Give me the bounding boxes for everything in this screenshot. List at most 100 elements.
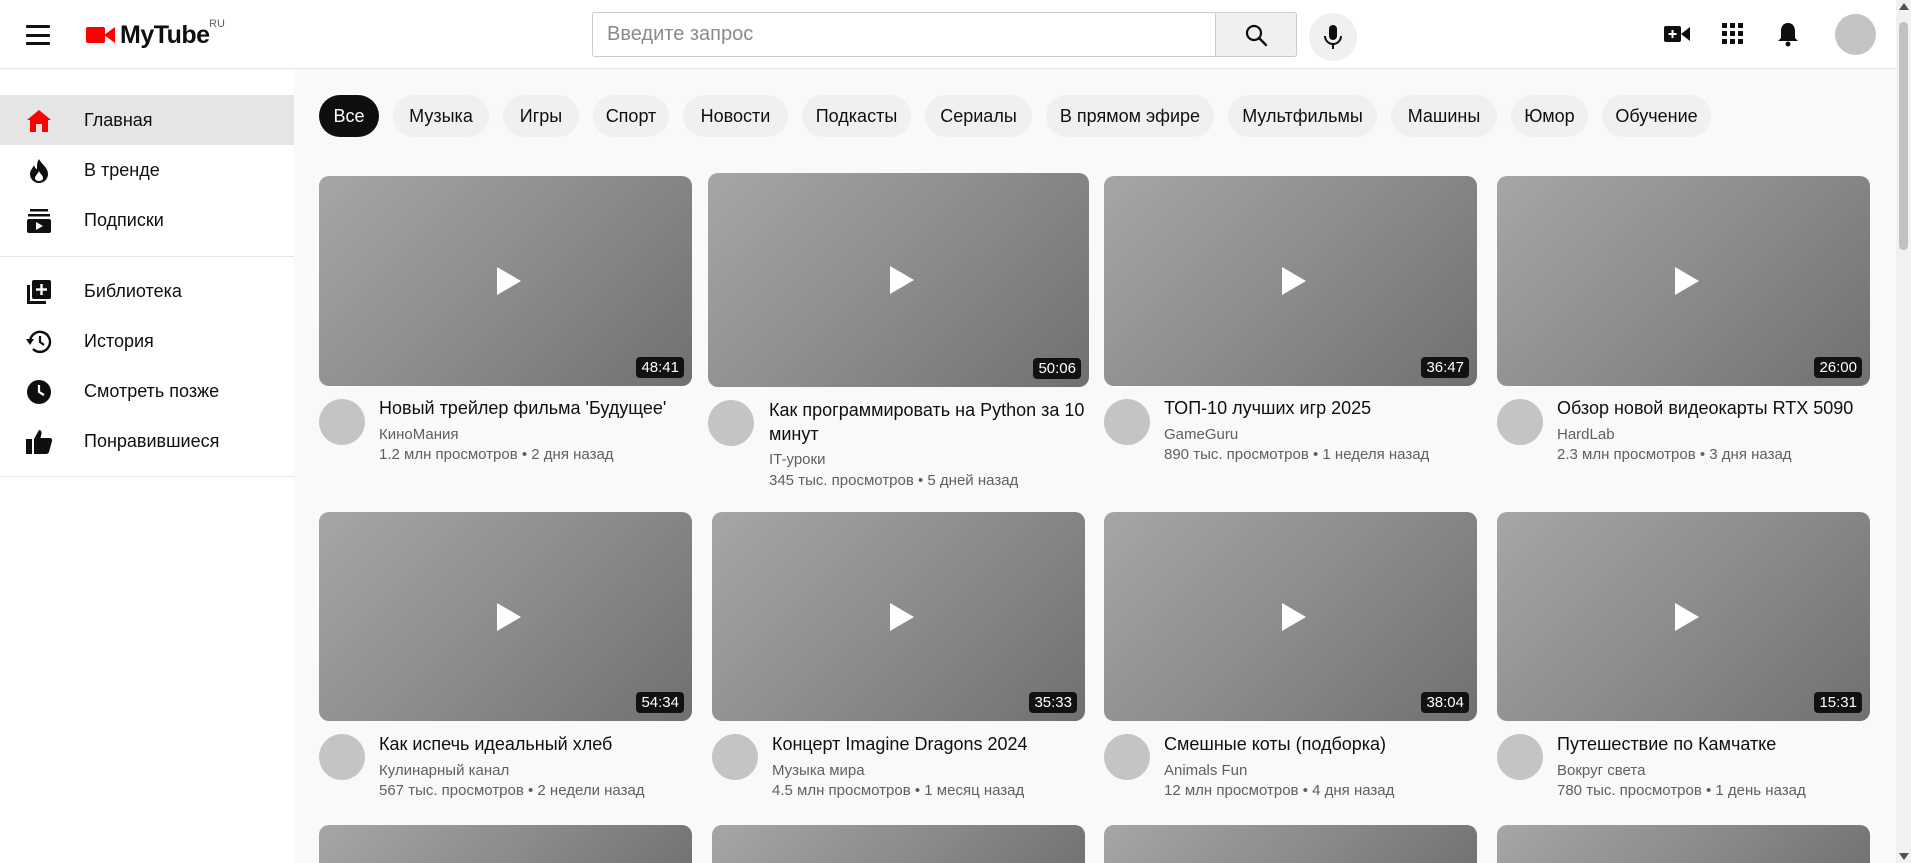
video-duration: 15:31 xyxy=(1814,692,1862,713)
chip-news[interactable]: Новости xyxy=(683,95,788,137)
video-title[interactable]: Новый трейлер фильма 'Будущее' xyxy=(379,396,689,420)
channel-avatar[interactable] xyxy=(708,400,754,446)
search-button[interactable] xyxy=(1215,12,1297,57)
sidebar-item-liked[interactable]: Понравившиеся xyxy=(0,416,294,466)
chip-cartoons[interactable]: Мультфильмы xyxy=(1228,95,1377,137)
video-meta: 567 тыс. просмотров • 2 недели назад xyxy=(379,782,645,799)
channel-name[interactable]: Вокруг света xyxy=(1557,762,1645,779)
channel-name[interactable]: HardLab xyxy=(1557,426,1615,443)
video-duration: 38:04 xyxy=(1421,692,1469,713)
play-icon xyxy=(889,266,914,294)
chip-series[interactable]: Сериалы xyxy=(925,95,1032,137)
user-avatar[interactable] xyxy=(1835,14,1876,55)
sidebar-item-history[interactable]: История xyxy=(0,316,294,366)
video-title[interactable]: ТОП-10 лучших игр 2025 xyxy=(1164,396,1474,420)
sidebar-item-label: История xyxy=(84,330,154,351)
chip-humor[interactable]: Юмор xyxy=(1511,95,1588,137)
video-thumbnail[interactable]: 15:31 xyxy=(1497,512,1870,721)
video-thumbnail[interactable]: 38:04 xyxy=(1104,512,1477,721)
sidebar-item-library[interactable]: Библиотека xyxy=(0,266,294,316)
channel-name[interactable]: GameGuru xyxy=(1164,426,1238,443)
video-meta: 2.3 млн просмотров • 3 дня назад xyxy=(1557,446,1792,463)
channel-name[interactable]: Кулинарный канал xyxy=(379,762,509,779)
chip-games[interactable]: Игры xyxy=(503,95,579,137)
play-icon xyxy=(1281,267,1306,295)
sidebar-item-label: Главная xyxy=(84,109,153,130)
video-title[interactable]: Концерт Imagine Dragons 2024 xyxy=(772,732,1085,756)
channel-name[interactable]: КиноМания xyxy=(379,426,459,443)
channel-name[interactable]: IT-уроки xyxy=(769,451,825,468)
chip-cars[interactable]: Машины xyxy=(1391,95,1497,137)
menu-icon[interactable] xyxy=(22,22,54,48)
video-thumbnail[interactable] xyxy=(712,825,1085,863)
video-meta: 12 млн просмотров • 4 дня назад xyxy=(1164,782,1395,799)
video-title[interactable]: Смешные коты (подборка) xyxy=(1164,732,1474,756)
video-title[interactable]: Обзор новой видеокарты RTX 5090 xyxy=(1557,396,1870,420)
video-thumbnail[interactable] xyxy=(1497,825,1870,863)
video-thumbnail[interactable]: 35:33 xyxy=(712,512,1085,721)
history-icon xyxy=(25,328,53,356)
play-icon xyxy=(496,602,521,631)
search-icon xyxy=(1245,24,1268,46)
channel-name[interactable]: Музыка мира xyxy=(772,762,865,779)
video-meta: 1.2 млн просмотров • 2 дня назад xyxy=(379,446,614,463)
voice-search-button[interactable] xyxy=(1309,13,1357,61)
sidebar-item-trending[interactable]: В тренде xyxy=(0,145,294,195)
video-thumbnail[interactable]: 26:00 xyxy=(1497,176,1870,386)
sidebar-item-label: В тренде xyxy=(84,159,160,180)
search-bar xyxy=(592,12,1297,57)
sidebar: Главная В тренде Подписки Библиотека Ист… xyxy=(0,70,294,863)
chip-music[interactable]: Музыка xyxy=(393,95,489,137)
video-thumbnail[interactable]: 36:47 xyxy=(1104,176,1477,386)
channel-avatar[interactable] xyxy=(1497,399,1543,445)
video-duration: 50:06 xyxy=(1033,358,1081,379)
video-title[interactable]: Как программировать на Python за 10 мину… xyxy=(769,398,1089,446)
play-icon xyxy=(889,602,914,631)
channel-avatar[interactable] xyxy=(1104,399,1150,445)
scroll-up-arrow-icon[interactable] xyxy=(1899,3,1909,10)
video-title[interactable]: Путешествие по Камчатке xyxy=(1557,732,1870,756)
video-thumbnail[interactable]: 48:41 xyxy=(319,176,692,386)
thumb-up-icon xyxy=(25,428,53,456)
channel-name[interactable]: Animals Fun xyxy=(1164,762,1247,779)
play-icon xyxy=(1674,602,1699,631)
channel-avatar[interactable] xyxy=(1104,734,1150,780)
sidebar-item-watch-later[interactable]: Смотреть позже xyxy=(0,366,294,416)
trending-flame-icon xyxy=(25,157,53,185)
video-thumbnail[interactable]: 50:06 xyxy=(708,173,1089,387)
scrollbar-thumb[interactable] xyxy=(1899,22,1908,250)
video-thumbnail[interactable] xyxy=(319,825,692,863)
channel-avatar[interactable] xyxy=(319,734,365,780)
bell-icon[interactable] xyxy=(1771,17,1805,51)
channel-avatar[interactable] xyxy=(712,734,758,780)
sidebar-item-home[interactable]: Главная xyxy=(0,95,294,145)
subscriptions-icon xyxy=(25,207,53,235)
chip-podcasts[interactable]: Подкасты xyxy=(802,95,911,137)
logo-link[interactable]: MyTube xyxy=(86,19,210,51)
video-duration: 36:47 xyxy=(1421,357,1469,378)
chip-sport[interactable]: Спорт xyxy=(593,95,669,137)
logo-region-label: RU xyxy=(209,18,225,30)
chip-live[interactable]: В прямом эфире xyxy=(1046,95,1214,137)
scroll-down-arrow-icon[interactable] xyxy=(1899,853,1909,860)
sidebar-item-subscriptions[interactable]: Подписки xyxy=(0,195,294,245)
page-scrollbar[interactable] xyxy=(1896,0,1911,863)
sidebar-item-label: Подписки xyxy=(84,209,164,230)
chip-education[interactable]: Обучение xyxy=(1602,95,1711,137)
video-meta: 4.5 млн просмотров • 1 месяц назад xyxy=(772,782,1025,799)
library-add-icon xyxy=(25,278,53,306)
chip-all[interactable]: Все xyxy=(319,95,379,137)
sidebar-item-label: Библиотека xyxy=(84,280,182,301)
sidebar-item-label: Понравившиеся xyxy=(84,430,220,451)
video-meta: 345 тыс. просмотров • 5 дней назад xyxy=(769,472,1019,489)
channel-avatar[interactable] xyxy=(1497,734,1543,780)
video-meta: 890 тыс. просмотров • 1 неделя назад xyxy=(1164,446,1430,463)
video-thumbnail[interactable]: 54:34 xyxy=(319,512,692,721)
apps-grid-icon[interactable] xyxy=(1716,17,1750,51)
video-title[interactable]: Как испечь идеальный хлеб xyxy=(379,732,689,756)
video-thumbnail[interactable] xyxy=(1104,825,1477,863)
sidebar-item-label: Смотреть позже xyxy=(84,380,220,401)
create-video-icon[interactable] xyxy=(1660,17,1694,51)
search-input[interactable] xyxy=(592,12,1215,57)
channel-avatar[interactable] xyxy=(319,399,365,445)
